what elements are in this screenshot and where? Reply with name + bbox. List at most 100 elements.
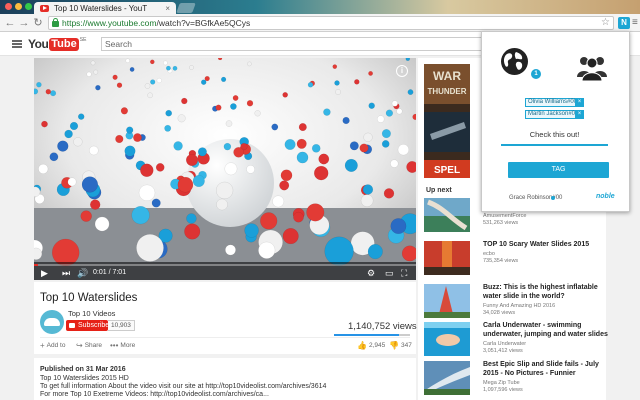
- chip-remove-button[interactable]: ×: [575, 110, 584, 119]
- more-icon: •••: [110, 341, 119, 350]
- ad-banner[interactable]: WAR THUNDER SPEL: [424, 64, 470, 178]
- globe-icon[interactable]: [501, 48, 528, 75]
- plus-icon: +: [40, 341, 45, 350]
- ad-text-bottom: SPEL: [434, 165, 460, 176]
- browser-tab[interactable]: Top 10 Waterslides - YouT ×: [34, 2, 176, 14]
- balloon-shape: [80, 210, 92, 222]
- info-icon[interactable]: i: [396, 65, 408, 77]
- related-video-title: Buzz: This is the highest inflatable wat…: [483, 284, 598, 300]
- balloon-shape: [306, 203, 325, 222]
- comment-input[interactable]: Check this out!: [501, 128, 608, 146]
- reload-button[interactable]: ↻: [32, 16, 44, 30]
- balloon-shape: [390, 218, 407, 235]
- window-close-button[interactable]: [5, 3, 12, 10]
- youtube-logo[interactable]: You Tube SE: [28, 37, 86, 51]
- related-video-item[interactable]: Best Epic Slip and Slide fails - July 20…: [424, 361, 600, 395]
- balloon-shape: [323, 108, 331, 116]
- balloon-shape: [383, 188, 395, 199]
- related-video-views: 1,097,596 views: [483, 387, 523, 393]
- more-button[interactable]: ••• More: [110, 341, 135, 350]
- balloon-shape: [360, 194, 374, 207]
- subscribe-button[interactable]: Subscribe: [66, 320, 109, 331]
- related-video-channel: Funny And Amazing HD 2016: [483, 303, 556, 309]
- related-video-title: Best Epic Slip and Slide fails - July 20…: [483, 361, 599, 377]
- balloon-shape: [165, 65, 171, 71]
- balloon-shape: [189, 65, 194, 70]
- balloon-shape: [296, 138, 307, 149]
- add-to-button[interactable]: + Add to: [40, 341, 65, 350]
- tag-button[interactable]: TAG: [508, 162, 609, 178]
- video-progress-fill: [34, 264, 38, 266]
- balloon-shape: [94, 216, 110, 232]
- tab-close-button[interactable]: ×: [165, 4, 170, 13]
- balloon-shape: [215, 181, 234, 200]
- balloon-shape: [50, 90, 57, 97]
- more-label: More: [120, 342, 136, 349]
- balloon-shape: [385, 109, 394, 117]
- balloon-shape: [95, 84, 101, 91]
- subscriber-count: 10,903: [108, 320, 135, 331]
- guide-menu-icon[interactable]: [12, 40, 22, 48]
- globe-count-badge: 1: [531, 69, 541, 79]
- balloon-shape: [254, 110, 261, 117]
- volume-icon[interactable]: 🔊: [77, 268, 88, 278]
- chip-remove-button[interactable]: ×: [575, 98, 584, 107]
- balloon-shape: [396, 108, 403, 115]
- fullscreen-icon[interactable]: ⛶: [401, 268, 407, 278]
- balloon-shape: [81, 176, 99, 193]
- next-icon[interactable]: ⏭: [62, 268, 70, 278]
- bookmark-star-icon[interactable]: ☆: [601, 17, 610, 29]
- balloon-shape: [124, 145, 136, 157]
- balloon-shape: [367, 244, 383, 260]
- balloon-shape: [140, 163, 154, 178]
- search-input[interactable]: Search: [101, 37, 529, 51]
- new-tab-button[interactable]: [176, 3, 196, 13]
- related-video-item[interactable]: Buzz: This is the highest inflatable wat…: [424, 284, 600, 318]
- balloon-shape: [89, 145, 99, 156]
- theater-mode-icon[interactable]: ▭: [385, 268, 394, 278]
- browser-menu-icon[interactable]: ≡: [632, 17, 638, 29]
- video-progress-bar[interactable]: [34, 264, 416, 266]
- view-count: 1,140,752 views: [348, 321, 417, 332]
- balloon-shape: [335, 89, 342, 95]
- balloon-shape: [223, 142, 232, 151]
- related-video-channel: Carla Underwater: [483, 341, 527, 347]
- related-video-thumbnail: [424, 198, 470, 232]
- related-video-views: 34,028 views: [483, 310, 516, 316]
- channel-name[interactable]: Top 10 Videos: [68, 309, 115, 318]
- back-button[interactable]: ←: [4, 16, 16, 30]
- like-button[interactable]: 👍 2,945: [357, 341, 385, 350]
- address-bar[interactable]: https://www.youtube.com/watch?v=BGfkAe5Q…: [48, 16, 614, 30]
- window-minimize-button[interactable]: [15, 3, 22, 10]
- balloon-shape: [38, 163, 49, 174]
- balloon-shape: [412, 113, 416, 121]
- balloon-shape: [129, 66, 135, 72]
- people-icon[interactable]: [577, 53, 607, 82]
- balloon-shape: [172, 65, 178, 71]
- extension-icon[interactable]: N: [618, 17, 630, 29]
- related-video-item[interactable]: Carla Underwater - swimming underwater, …: [424, 322, 608, 356]
- thumbs-up-icon: 👍: [357, 341, 367, 350]
- balloon-shape: [125, 58, 130, 63]
- forward-button[interactable]: →: [18, 16, 30, 30]
- settings-icon[interactable]: ⚙: [367, 268, 375, 278]
- balloon-shape: [279, 180, 290, 191]
- tab-title: Top 10 Waterslides - YouT: [54, 3, 148, 13]
- balloon-shape: [49, 152, 59, 162]
- balloon-shape: [282, 91, 289, 98]
- balloon-shape: [69, 121, 79, 131]
- related-video-item[interactable]: TOP 10 Scary Water Slides 2015 ecbo 735,…: [424, 241, 600, 275]
- balloon-shape: [344, 158, 358, 172]
- share-icon: ↪: [76, 341, 83, 350]
- balloon-shape: [313, 165, 329, 181]
- play-icon[interactable]: ▶: [41, 268, 48, 278]
- window-maximize-button[interactable]: [25, 3, 32, 10]
- balloon-shape: [217, 58, 223, 61]
- balloon-shape: [147, 92, 153, 99]
- video-player[interactable]: i: [34, 58, 416, 280]
- share-button[interactable]: ↪ Share: [76, 341, 102, 350]
- dislike-button[interactable]: 👎 347: [389, 341, 412, 350]
- channel-avatar[interactable]: [40, 310, 64, 334]
- balloon-shape: [86, 71, 92, 77]
- balloon-shape: [165, 109, 173, 117]
